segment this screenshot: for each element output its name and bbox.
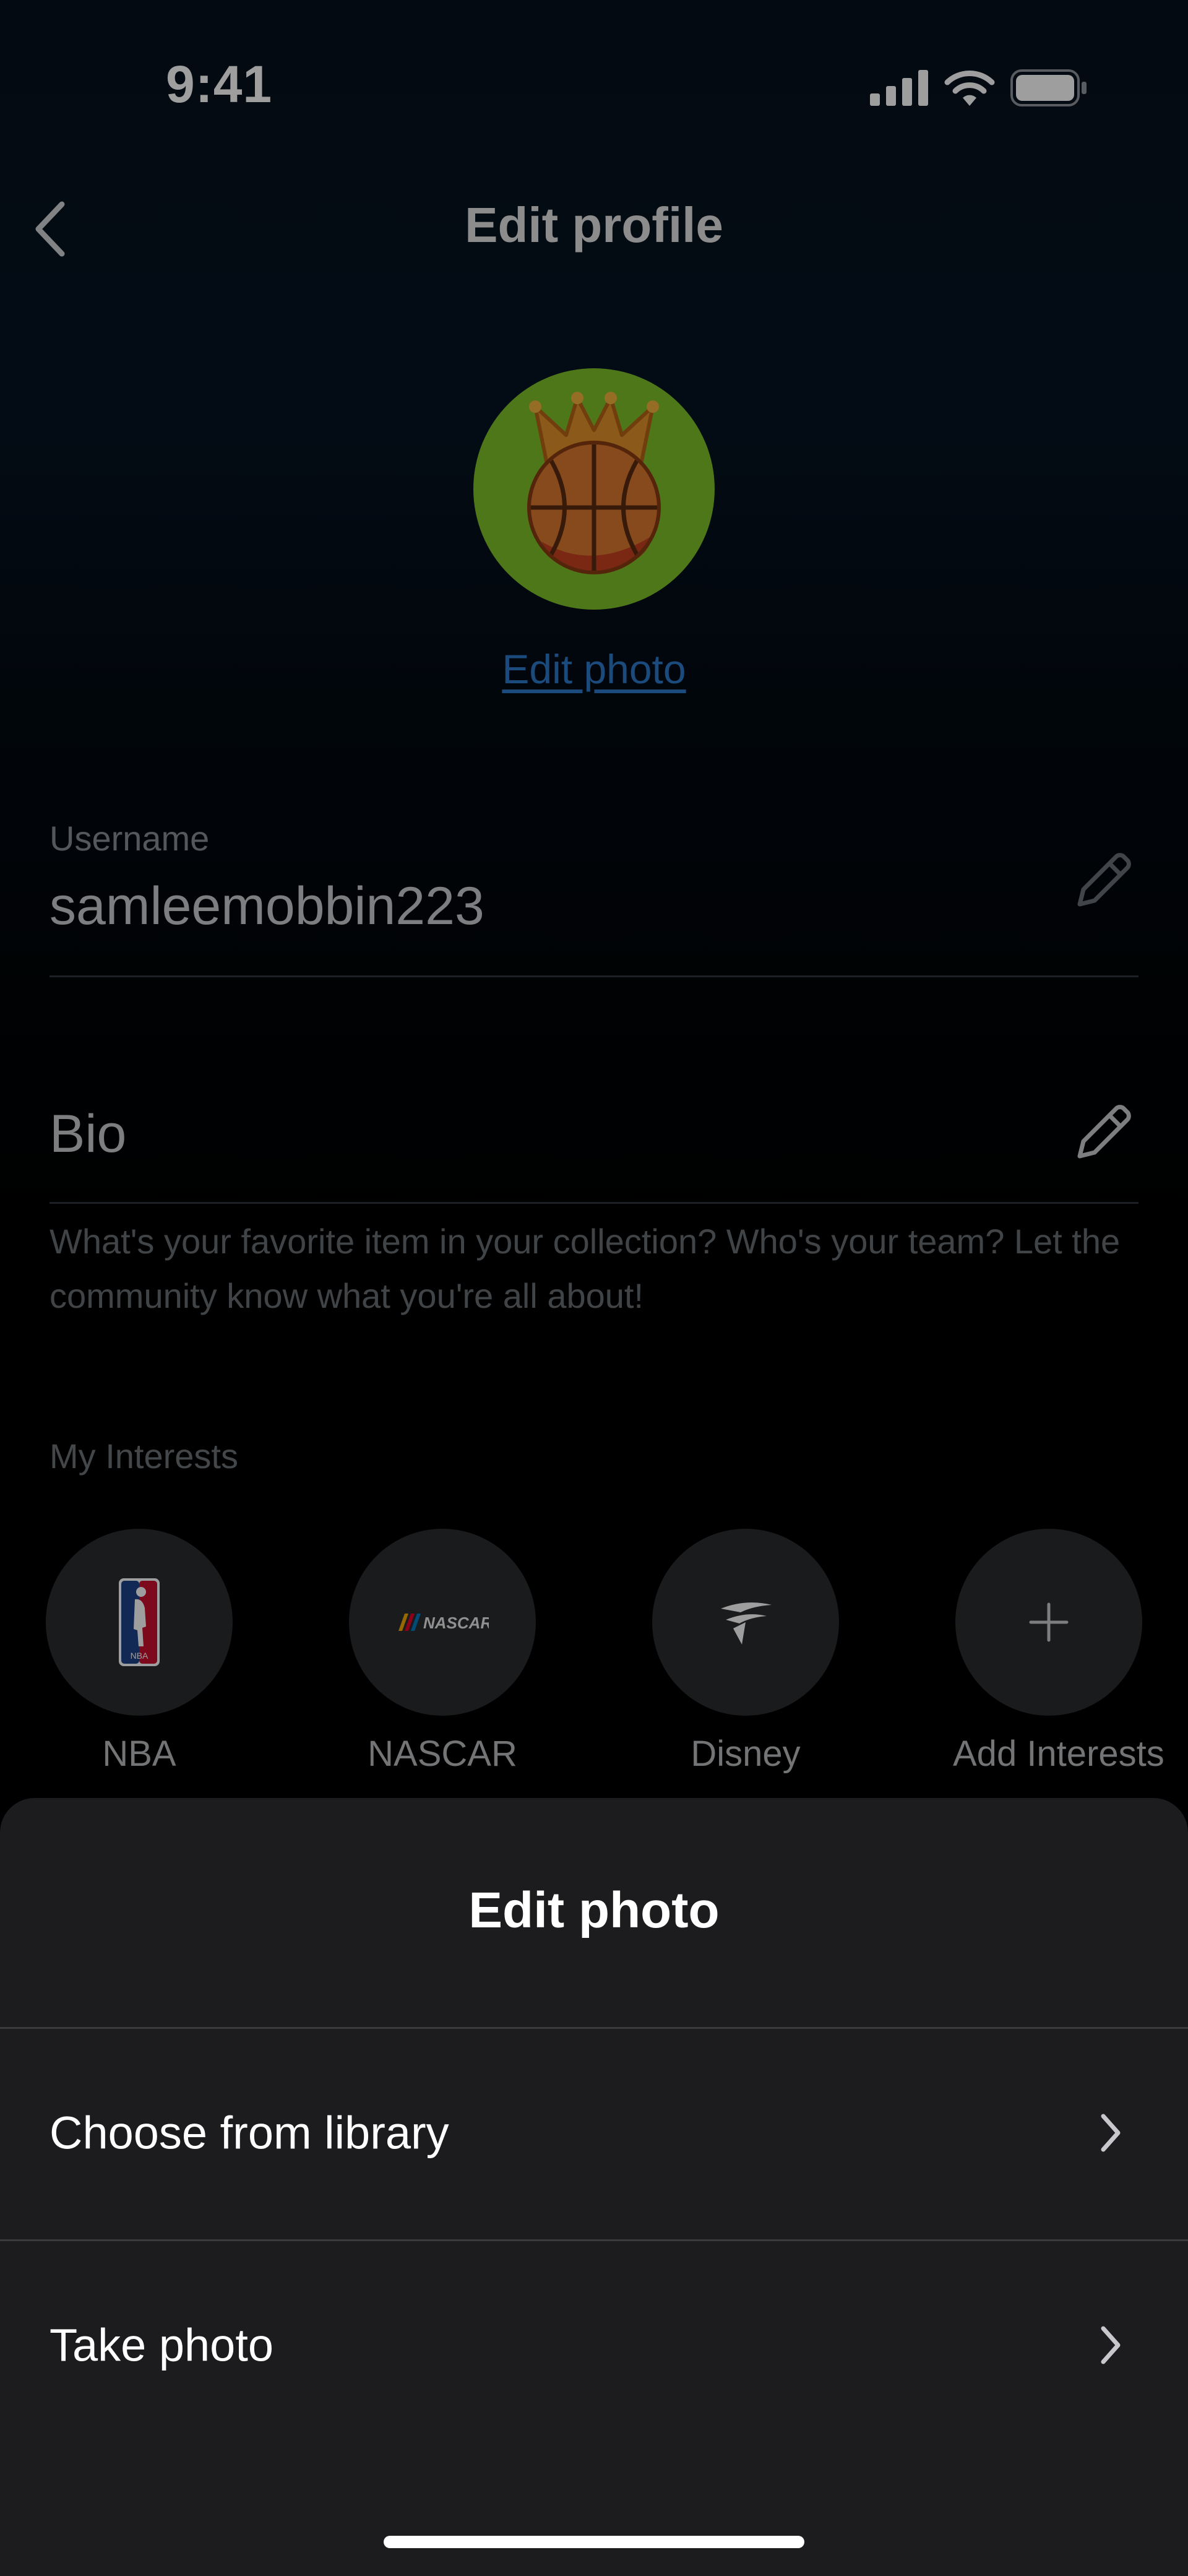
sheet-title: Edit photo (468, 1882, 720, 1938)
take-photo-option[interactable]: Take photo (0, 2241, 1188, 2448)
modal-backdrop[interactable] (0, 0, 1188, 1801)
choose-from-library-option[interactable]: Choose from library (0, 2029, 1188, 2236)
edit-photo-sheet: Edit photo Choose from library Take phot… (0, 1798, 1188, 2576)
chevron-right-icon (1089, 2323, 1132, 2367)
option-label: Choose from library (50, 2107, 449, 2158)
option-label: Take photo (50, 2319, 274, 2371)
chevron-right-icon (1089, 2111, 1132, 2155)
home-indicator (384, 2536, 804, 2548)
